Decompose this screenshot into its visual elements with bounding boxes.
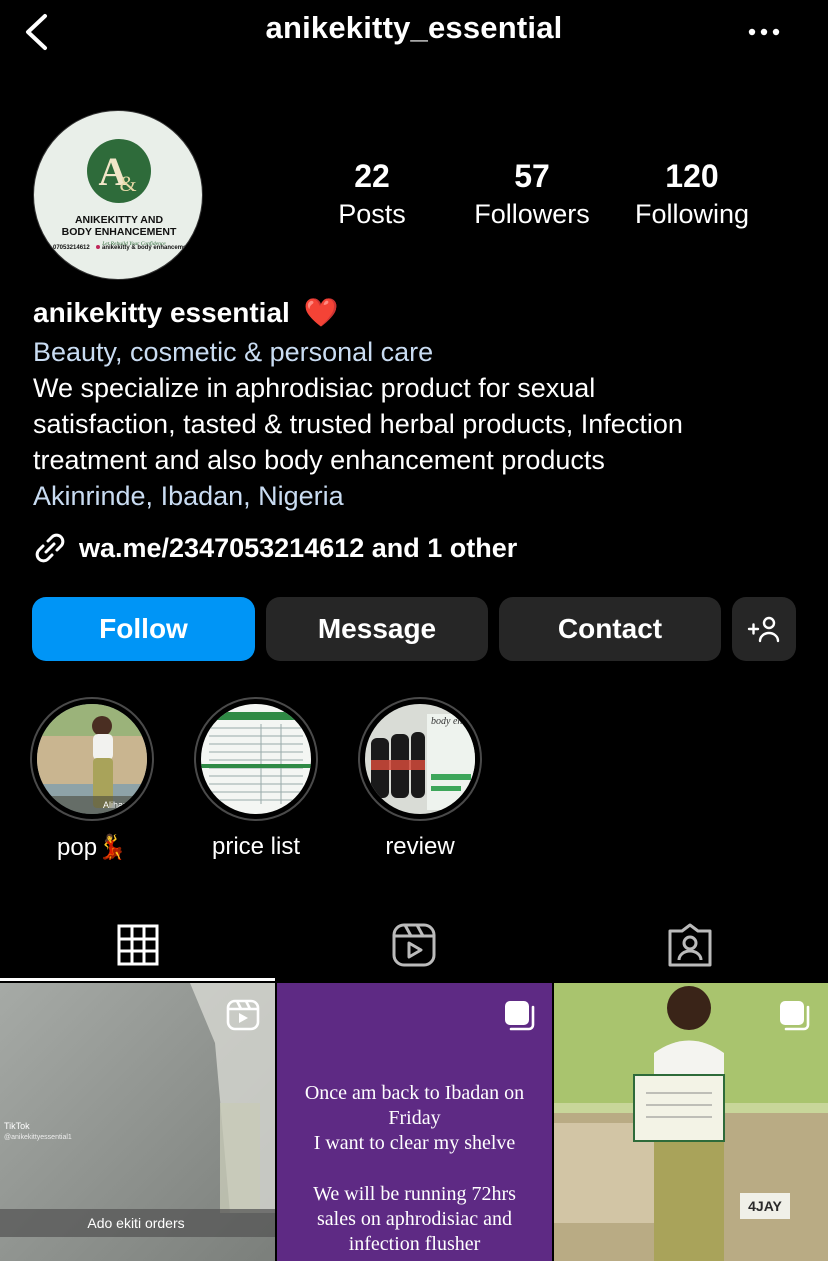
profile-category[interactable]: Beauty, cosmetic & personal care [33,334,433,370]
followers-count: 57 [514,158,550,194]
highlight-price-list[interactable]: price list [192,697,320,861]
bio-line: We specialize in aphrodisiac product for… [33,373,596,403]
highlight-thumb-text: body enh [431,716,467,727]
carousel-icon [780,1001,810,1031]
svg-text:&: & [119,171,136,196]
highlight-thumb-text: Alihamdull [103,800,145,810]
post-text-line: Friday [388,1107,441,1129]
brand-line-1: ANIKEKITTY AND [75,214,164,226]
profile-username: anikekitty_essential [265,10,563,45]
bio-line: satisfaction, tasted & trusted herbal pr… [33,409,683,439]
brand-phone: 07053214612 [53,245,90,251]
brand-handle: anikekitty & body enhancement [102,245,192,251]
post-text-line: infection flusher [348,1233,481,1255]
following-count: 120 [665,158,719,194]
tagged-icon [668,923,712,967]
link-icon [35,533,65,563]
contact-button[interactable]: Contact [499,597,721,661]
post-text-line: I want to clear my shelve [313,1132,516,1154]
bio-line: treatment and also body enhancement prod… [33,445,605,475]
carousel-icon [505,1001,535,1031]
post-text-line: sales on aphrodisiac and [317,1208,512,1230]
more-horizontal-icon [748,28,780,36]
suggested-users-button[interactable] [732,597,796,661]
highlight-label: price list [211,833,301,860]
posts-stat[interactable]: 22 Posts [297,158,447,234]
post-tile[interactable]: 4JAY [554,983,828,1261]
reels-icon [226,999,260,1031]
highlight-ring: Alihamdull [30,697,154,821]
following-stat[interactable]: 120 Following [617,158,767,234]
active-tab-indicator [0,978,275,981]
grid-icon [117,924,159,966]
post-tile[interactable]: TikTok @anikekittyessential1 Ado ekiti o… [0,983,275,1261]
add-user-icon [747,616,780,643]
highlight-thumbnail [201,704,311,814]
highlight-thumbnail: Alihamdull [37,704,147,814]
highlight-label: review [385,833,455,860]
highlight-ring [194,697,318,821]
highlight-pop[interactable]: Alihamdull pop💃 [28,697,156,862]
tab-reels[interactable] [276,912,552,978]
post-text-line: We will be running 72hrs [313,1183,516,1205]
reels-icon [392,923,436,967]
link-text[interactable]: wa.me/2347053214612 and 1 other [79,533,517,564]
highlight-thumbnail: body enh [365,704,475,814]
following-label: Following [634,199,750,229]
post-caption: Ado ekiti orders [87,1215,184,1231]
follow-button[interactable]: Follow [32,597,255,661]
post-tile[interactable]: Once am back to Ibadan on Friday I want … [277,983,552,1261]
display-name: anikekitty essential ❤️ [33,296,338,329]
display-name-text: anikekitty essential [33,297,290,328]
highlight-label: pop💃 [57,834,127,861]
plate-text: 4JAY [748,1198,782,1214]
highlight-review[interactable]: body enh review [356,697,484,861]
tab-posts-grid[interactable] [0,912,276,978]
tiktok-label: TikTok [4,1121,30,1131]
post-text-line: Once am back to Ibadan on [304,1082,525,1104]
profile-location[interactable]: Akinrinde, Ibadan, Nigeria [33,478,344,514]
tab-tagged[interactable] [552,912,828,978]
followers-stat[interactable]: 57 Followers [457,158,607,234]
tiktok-handle: @anikekittyessential1 [4,1134,72,1141]
posts-count: 22 [354,158,390,194]
highlight-ring: body enh [358,697,482,821]
brand-line-2: BODY ENHANCEMENT [62,226,177,238]
heart-icon: ❤️ [303,297,339,328]
brand-logo: A & ANIKEKITTY AND BODY ENHANCEMENT Let … [47,139,192,251]
profile-avatar[interactable]: A & ANIKEKITTY AND BODY ENHANCEMENT Let … [33,110,203,280]
followers-label: Followers [474,199,590,229]
posts-label: Posts [338,199,406,229]
more-options-button[interactable] [742,14,786,50]
message-button[interactable]: Message [266,597,488,661]
profile-link[interactable]: wa.me/2347053214612 and 1 other [33,528,517,568]
